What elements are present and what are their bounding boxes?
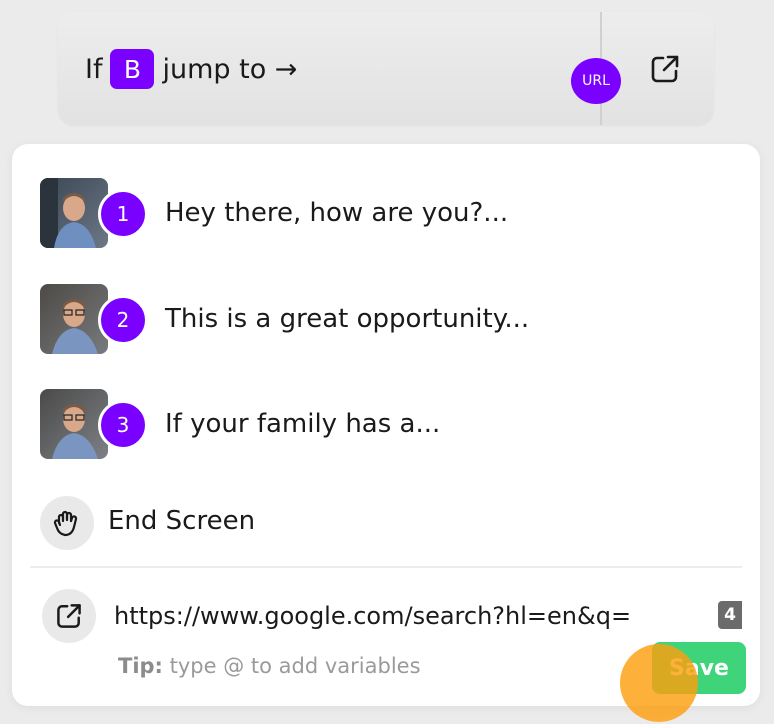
step-label: If your family has a... <box>165 409 441 439</box>
tip-label: Tip: <box>118 654 163 678</box>
tip-body: type @ to add variables <box>162 654 421 678</box>
url-overflow-indicator: 4 <box>718 601 742 629</box>
step-label: Hey there, how are you?... <box>165 198 509 228</box>
waving-hand-icon <box>40 496 94 550</box>
divider <box>30 566 742 568</box>
answer-letter-badge: B <box>110 49 155 89</box>
step-number-badge: 1 <box>98 189 148 239</box>
end-screen-label: End Screen <box>108 506 256 536</box>
condition-prefix: If <box>85 53 103 85</box>
jump-destination-menu: 1 Hey there, how are you?... 2 This is a… <box>12 144 760 706</box>
step-option-1[interactable]: 1 Hey there, how are you?... <box>40 178 740 250</box>
save-button[interactable]: Save <box>652 642 746 694</box>
url-badge[interactable]: URL <box>571 58 621 104</box>
step-label: This is a great opportunity... <box>165 304 530 334</box>
condition-suffix: jump to → <box>162 53 298 85</box>
external-link-icon[interactable] <box>648 52 682 86</box>
step-number-badge: 2 <box>98 295 148 345</box>
url-input[interactable] <box>114 594 742 634</box>
step-option-2[interactable]: 2 This is a great opportunity... <box>40 284 740 356</box>
step-number-badge: 3 <box>98 400 148 450</box>
tip-text: Tip: type @ to add variables <box>118 654 421 678</box>
condition-label: If B jump to → <box>85 49 297 89</box>
external-link-icon <box>42 589 96 643</box>
condition-bar: If B jump to → URL <box>58 12 714 125</box>
step-option-3[interactable]: 3 If your family has a... <box>40 389 740 461</box>
end-screen-option[interactable]: End Screen <box>40 496 640 550</box>
